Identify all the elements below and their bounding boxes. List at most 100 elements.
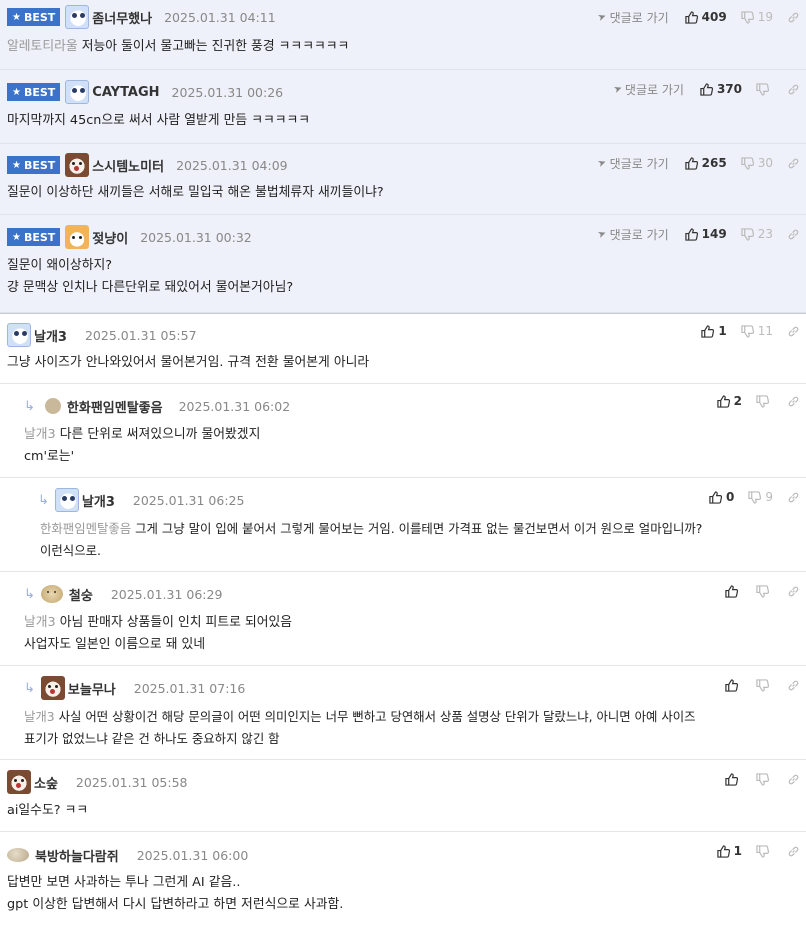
comment-author[interactable]: 소숲	[34, 773, 58, 792]
link-icon[interactable]	[787, 773, 800, 786]
thumbs-up-icon	[716, 844, 730, 858]
best-comment-3: ★ BEST 스시템노미터 2025.01.31 04:09 ➤ 댓글로 가기 26…	[0, 144, 806, 215]
link-icon[interactable]	[787, 491, 800, 504]
comment-text: 저능아 둘이서 물고빠는 진귀한 풍경 ㅋㅋㅋㅋㅋㅋ	[81, 39, 350, 54]
upvote-button[interactable]	[725, 584, 742, 598]
link-icon[interactable]	[787, 679, 800, 692]
avatar[interactable]	[40, 676, 65, 700]
link-icon[interactable]	[787, 585, 800, 598]
thumbs-down-icon	[741, 156, 754, 170]
comment-author[interactable]: CAYTAGH	[92, 85, 159, 100]
comment-author[interactable]: 보늘무나	[68, 679, 116, 698]
upvote-button[interactable]: 265	[684, 156, 727, 170]
mention-tag[interactable]: 날개3	[24, 615, 56, 630]
downvote-button[interactable]: 9	[748, 490, 773, 504]
comment-text: 아님 판매자 상품들이 인치 피트로 되어있음	[59, 615, 293, 630]
avatar[interactable]	[7, 323, 31, 347]
avatar[interactable]	[44, 398, 61, 414]
downvote-button[interactable]: 30	[741, 156, 773, 170]
avatar[interactable]	[65, 5, 90, 29]
comment-date: 2025.01.31 00:26	[171, 84, 284, 100]
avatar[interactable]	[65, 225, 90, 249]
comment-text: 마지막까지 45cn으로 써서 사람 열받게 만듬 ㅋㅋㅋㅋㅋ	[7, 113, 311, 128]
best-badge: ★ BEST	[7, 83, 61, 101]
downvote-button[interactable]	[756, 584, 773, 598]
comment-text: cm'로는'	[24, 449, 75, 464]
downvote-button[interactable]: 11	[741, 324, 773, 338]
comment-text: 걍 문맥상 인치나 다른단위로 돼있어서 물어본거아님?	[7, 280, 294, 295]
upvote-button[interactable]: 149	[684, 227, 727, 241]
goto-comment-link[interactable]: ➤ 댓글로 가기	[611, 81, 684, 98]
upvote-button[interactable]: 2	[716, 394, 742, 408]
mention-tag[interactable]: 한화팬임멘탈좋음	[40, 521, 131, 536]
avatar[interactable]	[40, 585, 63, 603]
upvote-button[interactable]	[725, 678, 742, 692]
comment-date: 2025.01.31 04:11	[164, 9, 276, 25]
downvote-button[interactable]	[756, 82, 773, 96]
upvote-button[interactable]: 1	[701, 324, 727, 338]
downvote-button[interactable]	[756, 844, 773, 858]
link-icon[interactable]	[787, 845, 800, 858]
reply-comment: ↳ 철숭 2025.01.31 06:29 날개3 아님 판매자 상품들이 인치…	[0, 572, 806, 666]
comment-date: 2025.01.31 07:16	[133, 680, 246, 696]
thumbs-down-icon	[756, 584, 769, 598]
mention-tag[interactable]: 알레토티라울	[7, 39, 78, 54]
reply-comment: ↳ 날개3 2025.01.31 06:25 0 9 한화팬임멘탈좋음 그게 그…	[0, 478, 806, 572]
comment-author[interactable]: 한화팬임멘탈좋음	[67, 397, 163, 416]
avatar[interactable]	[65, 80, 90, 104]
send-arrow-icon: ➤	[596, 10, 609, 24]
comment-date: 2025.01.31 05:57	[84, 327, 197, 343]
comment-text: 사실 어떤 상황이건 해당 문의글이 어떤 의미인지는 너무 뻔하고 당연해서 …	[58, 709, 696, 724]
thumbs-up-icon	[684, 227, 698, 241]
comment-text: 질문이 이상하단 새끼들은 서해로 밀입국 해온 불법체류자 새끼들이냐?	[7, 185, 384, 200]
comment-date: 2025.01.31 06:29	[110, 586, 223, 602]
comment-author[interactable]: 철숭	[69, 585, 93, 604]
link-icon[interactable]	[787, 395, 800, 408]
best-comment-4: ★ BEST 젖냥이 2025.01.31 00:32 ➤ 댓글로 가기 149 2…	[0, 215, 806, 313]
comment: 북방하늘다람쥐 2025.01.31 06:00 1 답변만 보면 사과하는 투…	[0, 832, 806, 927]
comment-author[interactable]: 날개3	[82, 491, 115, 510]
goto-comment-link[interactable]: ➤ 댓글로 가기	[597, 226, 669, 243]
goto-comment-link[interactable]: ➤ 댓글로 가기	[597, 155, 669, 172]
thumbs-up-icon	[716, 394, 730, 408]
comment-author[interactable]: 스시템노미터	[92, 156, 164, 175]
upvote-button[interactable]: 0	[709, 490, 734, 504]
link-icon[interactable]	[787, 157, 800, 170]
link-icon[interactable]	[787, 228, 800, 241]
comment-text: 질문이 왜이상하지?	[7, 258, 113, 273]
thumbs-up-icon	[701, 324, 715, 338]
avatar[interactable]	[7, 770, 31, 794]
reply-comment: ↳ 한화팬임멘탈좋음 2025.01.31 06:02 2 날개3 다른 단위로…	[0, 384, 806, 478]
upvote-button[interactable]	[725, 772, 742, 786]
send-arrow-icon: ➤	[611, 82, 624, 96]
mention-tag[interactable]: 날개3	[24, 709, 55, 724]
downvote-button[interactable]	[756, 394, 773, 408]
star-icon: ★	[12, 231, 21, 243]
thumbs-down-icon	[756, 82, 769, 96]
comment-date: 2025.01.31 04:09	[176, 157, 288, 173]
avatar[interactable]	[54, 488, 79, 512]
comment-author[interactable]: 북방하늘다람쥐	[35, 846, 119, 865]
comment: 소숲 2025.01.31 05:58 ai일수도? ㅋㅋ	[0, 760, 806, 832]
downvote-button[interactable]	[756, 772, 773, 786]
comment-text: ai일수도? ㅋㅋ	[7, 803, 89, 818]
comment-author[interactable]: 날개3	[34, 326, 67, 345]
goto-comment-link[interactable]: ➤ 댓글로 가기	[596, 9, 669, 26]
upvote-button[interactable]: 370	[700, 82, 742, 96]
downvote-button[interactable]: 19	[741, 10, 773, 24]
comment-author[interactable]: 좀너무했나	[92, 8, 152, 27]
mention-tag[interactable]: 날개3	[24, 427, 56, 442]
avatar[interactable]	[7, 848, 29, 862]
downvote-button[interactable]: 23	[741, 227, 773, 241]
link-icon[interactable]	[787, 83, 800, 96]
upvote-button[interactable]: 409	[684, 10, 727, 24]
link-icon[interactable]	[787, 325, 800, 338]
comment-text: 답변만 보면 사과하는 투나 그런게 AI 같음..	[7, 875, 241, 890]
link-icon[interactable]	[787, 11, 800, 24]
thumbs-down-icon	[748, 490, 762, 504]
upvote-button[interactable]: 1	[716, 844, 742, 858]
avatar[interactable]	[65, 153, 90, 177]
comment-text: 그게 그냥 말이 입에 붙어서 그렇게 물어보는 거임. 이를테면 가격표 없는…	[135, 521, 703, 536]
comment-author[interactable]: 젖냥이	[92, 228, 128, 247]
downvote-button[interactable]	[756, 678, 773, 692]
